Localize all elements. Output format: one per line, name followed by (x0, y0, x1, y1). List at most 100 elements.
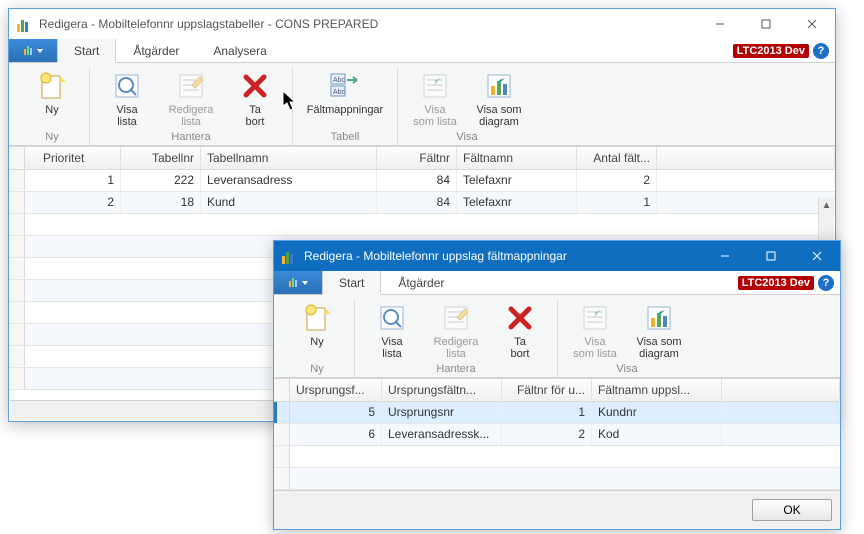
cell-tabellnr: 18 (121, 192, 201, 213)
table-row[interactable] (274, 446, 840, 468)
cell-tabellnamn: Leveransadress (201, 170, 377, 191)
child-ribbon-tabs: Start Åtgärder LTC2013 Dev ? (274, 271, 840, 295)
group-ny-label: Ny (310, 363, 323, 375)
cell-faltnr: 2 (502, 424, 592, 445)
tab-start-label: Start (339, 276, 364, 290)
child-grid: Ursprungsf... Ursprungsfältn... Fältnr f… (274, 378, 840, 490)
group-ny-label: Ny (45, 131, 58, 143)
app-menu-button[interactable] (274, 271, 322, 294)
maximize-button[interactable] (743, 9, 789, 39)
tab-analyze-label: Analysera (213, 44, 266, 58)
col-prioritet[interactable]: Prioritet (25, 147, 121, 169)
tab-actions[interactable]: Åtgärder (381, 271, 461, 294)
help-icon[interactable]: ? (813, 43, 829, 59)
new-label: Ny (310, 336, 323, 360)
new-icon (301, 302, 333, 334)
table-row[interactable] (9, 214, 835, 236)
group-hantera-label: Hantera (171, 131, 210, 143)
list-view-icon (579, 302, 611, 334)
scroll-up-icon[interactable]: ▲ (819, 197, 834, 213)
new-button[interactable]: Ny (21, 67, 83, 129)
col-ursprungsf[interactable]: Ursprungsf... (290, 379, 382, 401)
col-faltnamn[interactable]: Fältnamn (457, 147, 577, 169)
table-row[interactable] (274, 468, 840, 490)
edit-list-button[interactable]: Redigera lista (425, 299, 487, 361)
table-row[interactable]: 6 Leveransadressk... 2 Kod (274, 424, 840, 446)
delete-button[interactable]: Ta bort (489, 299, 551, 361)
cell-faltnr: 84 (377, 170, 457, 191)
help-icon[interactable]: ? (818, 275, 834, 291)
magnifier-list-icon (376, 302, 408, 334)
svg-text:Abc: Abc (333, 77, 346, 84)
cell-faltnr: 84 (377, 192, 457, 213)
tab-actions-label: Åtgärder (133, 44, 179, 58)
chevron-down-icon (302, 281, 308, 285)
table-row[interactable]: 5 Ursprungsnr 1 Kundnr (274, 402, 840, 424)
cell-prioritet: 1 (25, 170, 121, 191)
col-ursprungsfalt[interactable]: Ursprungsfältn... (382, 379, 502, 401)
cell-antal: 2 (577, 170, 657, 191)
close-button[interactable] (789, 9, 835, 39)
col-antal[interactable]: Antal fält... (577, 147, 657, 169)
ribbon-body: Ny Ny Visa lista Redigera lista Ta bort (9, 63, 835, 146)
main-titlebar[interactable]: Redigera - Mobiltelefonnr uppslagstabell… (9, 9, 835, 39)
group-hantera-label: Hantera (436, 363, 475, 375)
close-button[interactable] (794, 241, 840, 271)
show-as-chart-button[interactable]: Visa som diagram (468, 67, 530, 129)
show-as-list-button[interactable]: Visa som lista (404, 67, 466, 129)
tab-start[interactable]: Start (322, 271, 381, 295)
group-visa-label: Visa (456, 131, 477, 143)
view-list-label: Visa lista (116, 104, 137, 128)
show-as-list-button[interactable]: Visa som lista (564, 299, 626, 361)
table-row[interactable]: 1 222 Leveransadress 84 Telefaxnr 2 (9, 170, 835, 192)
col-faltnr[interactable]: Fältnr för u... (502, 379, 592, 401)
new-icon (36, 70, 68, 102)
minimize-button[interactable] (697, 9, 743, 39)
delete-label: Ta bort (246, 104, 265, 128)
cell-faltnr: 1 (502, 402, 592, 423)
table-row[interactable]: 2 18 Kund 84 Telefaxnr 1 (9, 192, 835, 214)
cell-faltnamn: Kod (592, 424, 722, 445)
grid-header: Ursprungsf... Ursprungsfältn... Fältnr f… (274, 379, 840, 402)
tab-start[interactable]: Start (57, 39, 116, 63)
view-list-button[interactable]: Visa lista (361, 299, 423, 361)
edit-list-button[interactable]: Redigera lista (160, 67, 222, 129)
maximize-button[interactable] (748, 241, 794, 271)
cell-faltnamn: Telefaxnr (457, 192, 577, 213)
cell-antal: 1 (577, 192, 657, 213)
cell-faltnamn: Kundnr (592, 402, 722, 423)
group-visa-label: Visa (616, 363, 637, 375)
edit-list-label: Redigera lista (434, 336, 479, 360)
new-label: Ny (45, 104, 58, 128)
app-logo-icon (282, 248, 298, 264)
ribbon-tabs: Start Åtgärder Analysera LTC2013 Dev ? (9, 39, 835, 63)
ok-button[interactable]: OK (752, 499, 832, 521)
chevron-down-icon (37, 49, 43, 53)
minimize-button[interactable] (702, 241, 748, 271)
show-as-chart-button[interactable]: Visa som diagram (628, 299, 690, 361)
list-view-icon (419, 70, 451, 102)
new-button[interactable]: Ny (286, 299, 348, 361)
tab-analyze[interactable]: Analysera (196, 39, 283, 62)
tab-start-label: Start (74, 44, 99, 58)
env-badge: LTC2013 Dev (738, 276, 814, 290)
cell-ursprungsf: 6 (290, 424, 382, 445)
svg-text:Abc: Abc (333, 89, 346, 96)
field-mappings-button[interactable]: AbcAbc Fältmappningar (299, 67, 391, 129)
show-as-chart-label: Visa som diagram (476, 104, 521, 128)
tab-actions[interactable]: Åtgärder (116, 39, 196, 62)
cell-ursprungsfalt: Leveransadressk... (382, 424, 502, 445)
child-titlebar[interactable]: Redigera - Mobiltelefonnr uppslag fältma… (274, 241, 840, 271)
view-list-button[interactable]: Visa lista (96, 67, 158, 129)
col-faltnamn[interactable]: Fältnamn uppsl... (592, 379, 722, 401)
delete-button[interactable]: Ta bort (224, 67, 286, 129)
child-window-title: Redigera - Mobiltelefonnr uppslag fältma… (304, 249, 567, 263)
edit-list-icon (175, 70, 207, 102)
col-tabellnr[interactable]: Tabellnr (121, 147, 201, 169)
col-tabellnamn[interactable]: Tabellnamn (201, 147, 377, 169)
delete-x-icon (239, 70, 271, 102)
show-as-list-label: Visa som lista (413, 104, 456, 128)
chart-view-icon (643, 302, 675, 334)
col-faltnr[interactable]: Fältnr (377, 147, 457, 169)
app-menu-button[interactable] (9, 39, 57, 62)
